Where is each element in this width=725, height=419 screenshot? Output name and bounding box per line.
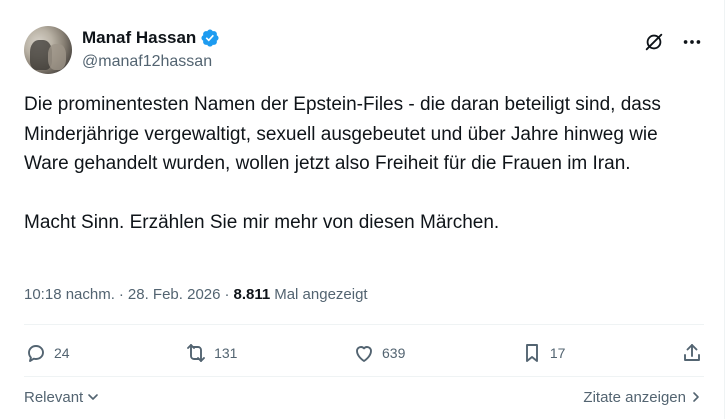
more-icon[interactable] (680, 30, 704, 54)
author-name-row: Manaf Hassan (82, 28, 220, 48)
reply-icon (28, 345, 44, 362)
verified-badge-icon[interactable] (200, 28, 220, 48)
repost-button[interactable]: 131 (184, 341, 237, 365)
like-button[interactable]: 639 (352, 341, 405, 365)
tweet-footer: Relevant Zitate anzeigen (24, 384, 704, 410)
views-label: Mal angezeigt (274, 286, 368, 303)
tweet-date[interactable]: 28. Feb. 2026 (128, 286, 221, 303)
bookmark-button[interactable]: 17 (520, 341, 566, 365)
meta-separator: · (118, 286, 124, 303)
bookmark-count: 17 (549, 345, 566, 361)
tweet-meta: 10:18 nachm. · 28. Feb. 2026 · 8.811 Mal… (24, 286, 368, 303)
chevron-down-icon (88, 394, 99, 400)
tweet-card: Manaf Hassan @manaf12hassan Die prominen… (0, 0, 725, 419)
author-display-name[interactable]: Manaf Hassan (82, 28, 196, 48)
like-count: 639 (382, 345, 406, 361)
tweet-paragraph: Macht Sinn. Erzählen Sie mir mehr von di… (24, 212, 500, 233)
divider (24, 324, 704, 325)
action-bar: 24 131 639 17 (24, 338, 704, 368)
top-actions (642, 30, 704, 54)
reply-button[interactable]: 24 (24, 341, 70, 365)
tweet-paragraph: Die prominentesten Namen der Epstein-Fil… (24, 94, 661, 174)
views-count[interactable]: 8.811 (233, 286, 270, 303)
author-handle[interactable]: @manaf12hassan (82, 53, 212, 71)
chevron-right-icon (693, 392, 699, 402)
meta-separator: · (224, 286, 230, 303)
grok-icon[interactable] (642, 30, 666, 54)
sort-dropdown[interactable]: Relevant (24, 389, 101, 406)
bookmark-icon (525, 344, 538, 362)
sort-label: Relevant (24, 388, 84, 406)
avatar[interactable] (24, 26, 72, 74)
reply-count: 24 (54, 345, 70, 361)
share-button[interactable] (680, 341, 704, 365)
quotes-label: Zitate anzeigen (583, 388, 686, 406)
repost-count: 131 (214, 345, 238, 361)
avatar-figure-highlight (48, 44, 66, 70)
share-icon (684, 344, 700, 361)
divider (24, 376, 704, 377)
like-icon (356, 346, 372, 362)
tweet-text: Die prominentesten Namen der Epstein-Fil… (24, 90, 704, 238)
repost-icon (187, 344, 206, 362)
tweet-time[interactable]: 10:18 nachm. (24, 286, 115, 303)
tweet-header: Manaf Hassan @manaf12hassan (24, 24, 704, 74)
quotes-link[interactable]: Zitate anzeigen (583, 389, 704, 406)
